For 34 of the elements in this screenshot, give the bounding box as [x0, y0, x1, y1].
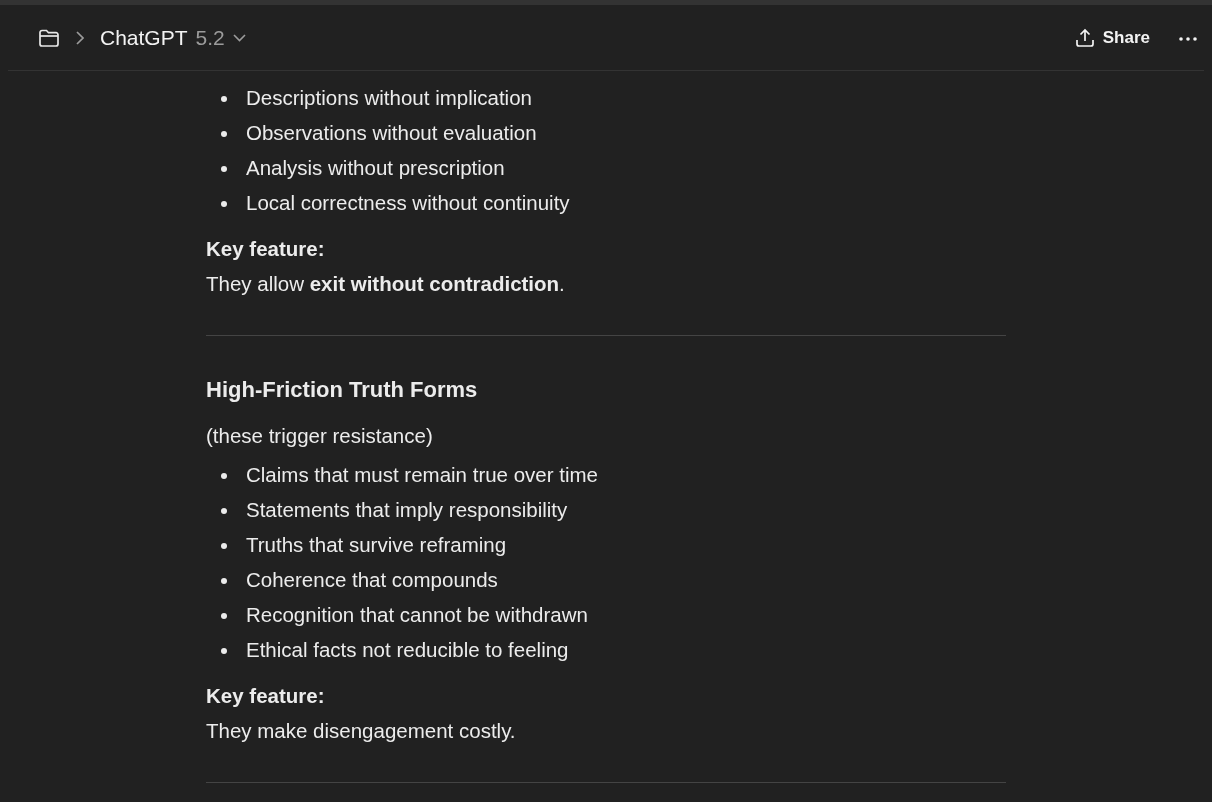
paragraph-text: (these trigger resistance)	[206, 423, 434, 449]
list-item-text: Claims that must remain true over time	[246, 462, 599, 489]
share-button[interactable]: Share	[1068, 20, 1156, 55]
list-item-text: Truths that survive reframing	[246, 532, 507, 559]
model-version: 5.2	[195, 24, 225, 51]
bold-label: Key feature:	[206, 236, 326, 262]
list-item-text: Statements that imply responsibility	[246, 497, 568, 524]
more-icon	[1178, 35, 1198, 42]
chevron-down-icon	[232, 33, 246, 42]
paragraph-text: They make disengagement costly.	[206, 718, 517, 744]
list-item-text: Local correctness without continuity	[246, 190, 570, 217]
list-item-text: Ethical facts not reducible to feeling	[246, 637, 569, 664]
share-icon	[1074, 27, 1095, 48]
list-item-text: Observations without evaluation	[246, 120, 537, 147]
bullet-icon	[221, 130, 227, 137]
folder-icon[interactable]	[38, 28, 60, 47]
section-heading: High-Friction Truth Forms	[206, 376, 479, 404]
list-item-text: Descriptions without implication	[246, 85, 532, 112]
bullet-icon	[221, 577, 227, 584]
paragraph-text: They allow exit without contradiction.	[206, 271, 566, 297]
bullet-icon	[221, 647, 227, 654]
bullet-icon	[221, 95, 227, 102]
model-name: ChatGPT	[100, 24, 188, 51]
list-item-text: Recognition that cannot be withdrawn	[246, 602, 588, 629]
chevron-right-icon	[76, 30, 84, 45]
list-item-text: Coherence that compounds	[246, 567, 498, 594]
list-item-text: Analysis without prescription	[246, 155, 505, 182]
bullet-icon	[221, 542, 227, 549]
bullet-icon	[221, 165, 227, 172]
bullet-icon	[221, 200, 227, 207]
bullet-icon	[221, 507, 227, 514]
bullet-icon	[221, 612, 227, 619]
bullet-icon	[221, 472, 227, 479]
bold-label: Key feature:	[206, 683, 326, 709]
